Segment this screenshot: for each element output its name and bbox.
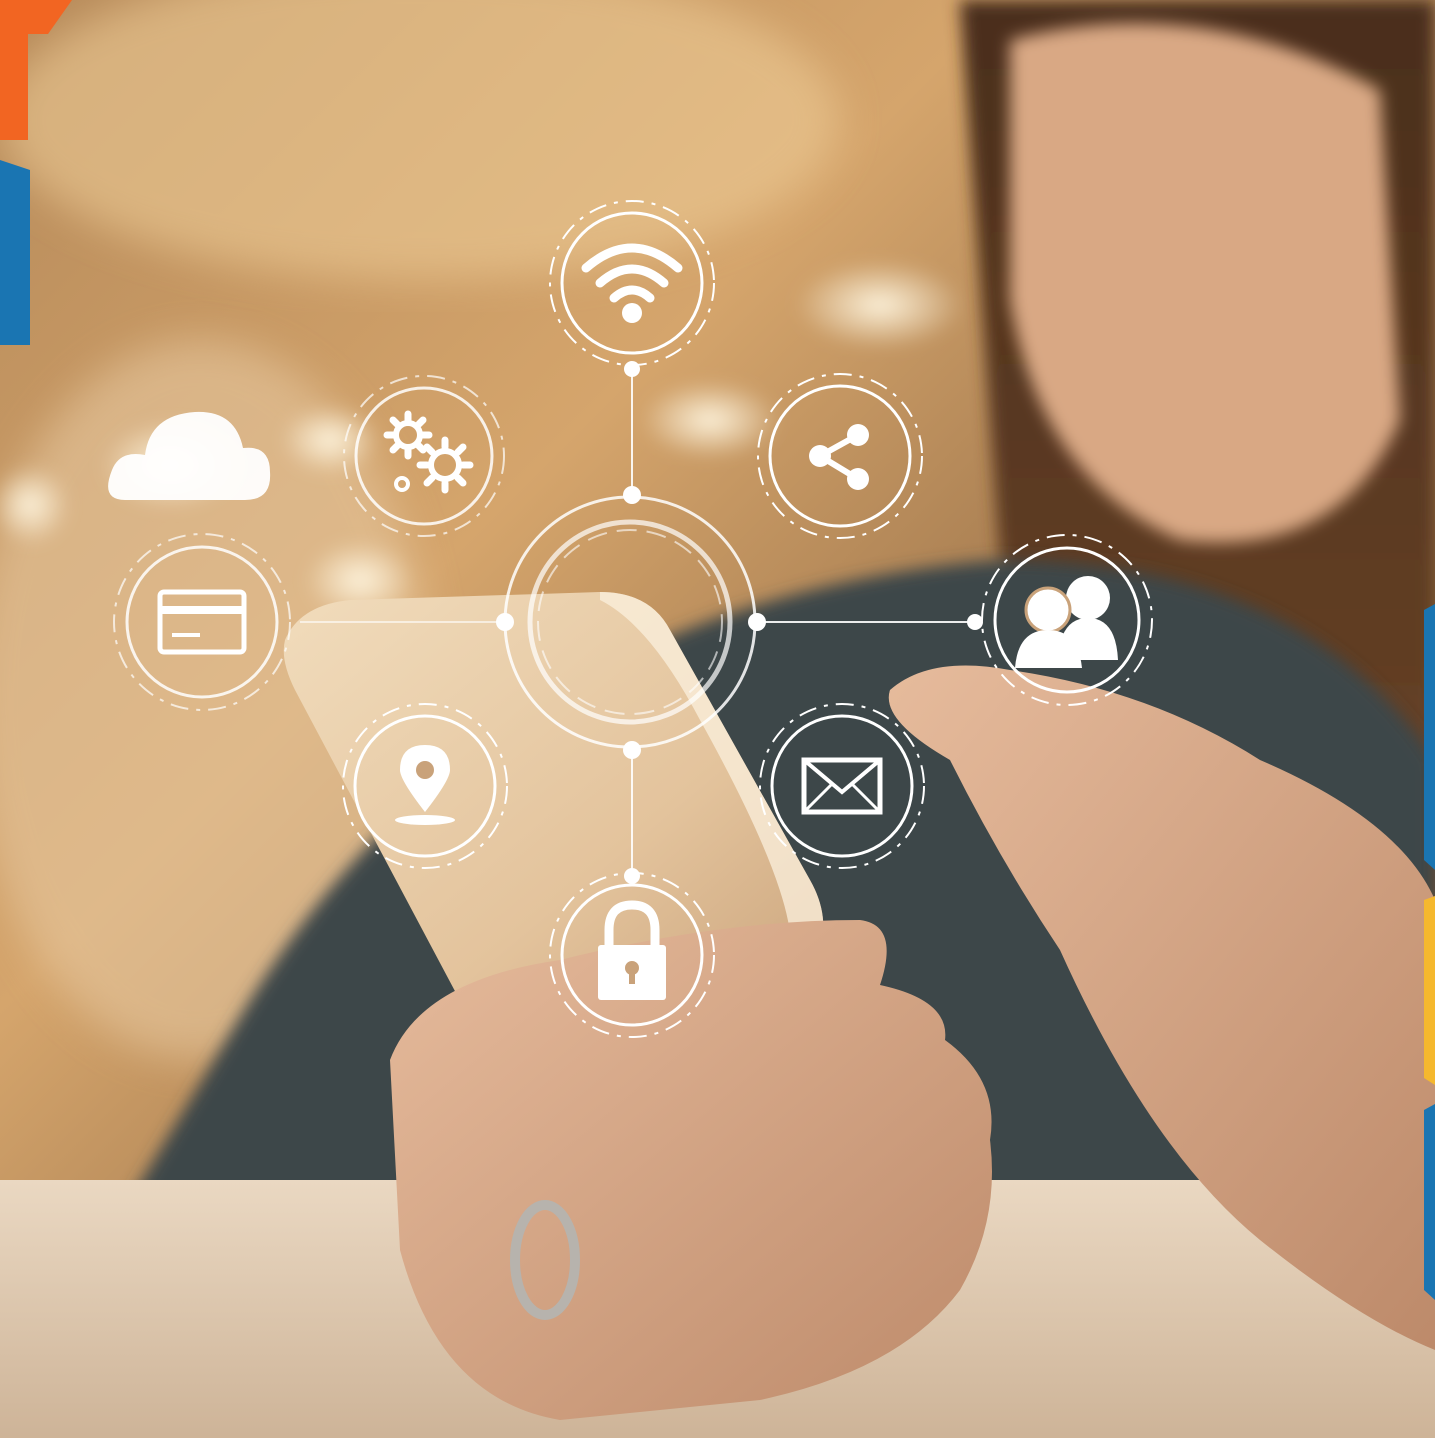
photo-scene: [0, 0, 1435, 1443]
photo: [0, 0, 1435, 1443]
